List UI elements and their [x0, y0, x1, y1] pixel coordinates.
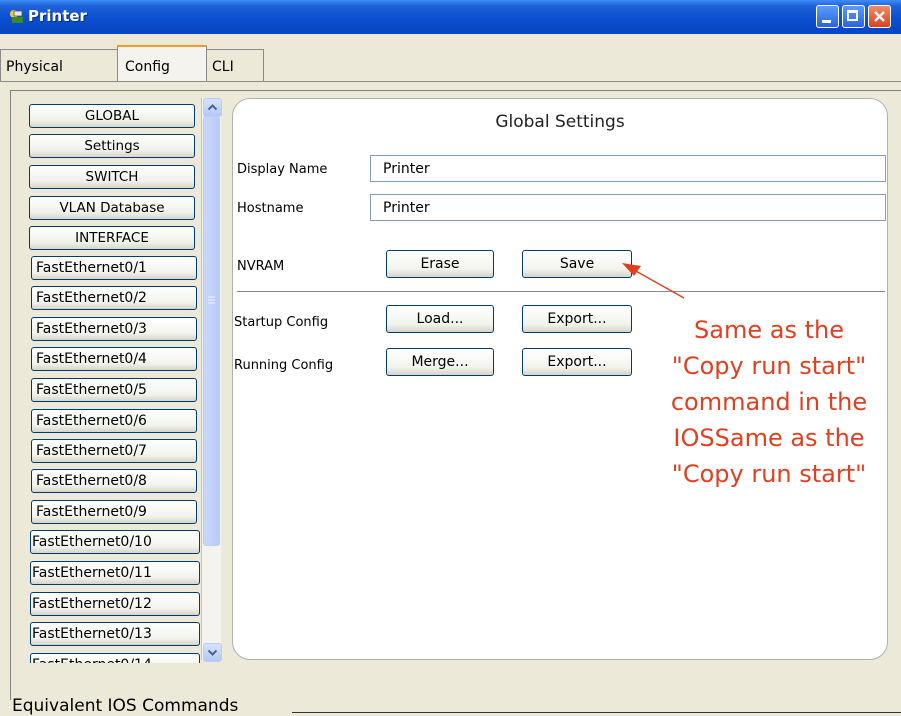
printer-icon: [10, 10, 23, 23]
sidebar-item-fastethernet0-13[interactable]: FastEthernet0/13: [30, 622, 200, 646]
scroll-thumb[interactable]: [203, 116, 220, 546]
sidebar-item-fastethernet0-11[interactable]: FastEthernet0/11: [30, 561, 200, 585]
startup-config-label: Startup Config: [234, 315, 329, 330]
sidebar-item-fastethernet0-9[interactable]: FastEthernet0/9: [31, 500, 197, 524]
sidebar-item-fastethernet0-4[interactable]: FastEthernet0/4: [31, 347, 197, 371]
sidebar-item-vlan-database[interactable]: VLAN Database: [29, 196, 195, 220]
sidebar-item-fastethernet0-12[interactable]: FastEthernet0/12: [30, 592, 200, 616]
sidebar-item-fastethernet0-2[interactable]: FastEthernet0/2: [31, 286, 197, 310]
annotation-line-5: "Copy run start": [671, 460, 867, 488]
tab-divider: [0, 81, 901, 82]
sidebar-item-fastethernet0-14[interactable]: FastEthernet0/14: [30, 653, 200, 663]
save-button[interactable]: Save: [522, 250, 632, 278]
tab-config[interactable]: Config: [117, 45, 207, 82]
chevron-down-icon: [207, 649, 218, 656]
settings-divider: [237, 291, 885, 292]
sidebar-item-fastethernet0-5[interactable]: FastEthernet0/5: [31, 378, 197, 402]
grip-icon: [208, 296, 215, 304]
sidebar-item-fastethernet0-6[interactable]: FastEthernet0/6: [31, 409, 197, 433]
hostname-label: Hostname: [237, 201, 304, 216]
config-sidebar: GLOBAL Settings SWITCH VLAN Database INT…: [22, 98, 224, 663]
maximize-icon: [847, 10, 858, 21]
nvram-label: NVRAM: [237, 259, 285, 274]
sidebar-item-fastethernet0-1[interactable]: FastEthernet0/1: [31, 256, 197, 280]
merge-button[interactable]: Merge...: [386, 348, 494, 376]
sidebar-scrollbar[interactable]: [201, 98, 222, 662]
export-running-button[interactable]: Export...: [522, 348, 632, 376]
tab-bar: Physical Config CLI: [0, 45, 901, 82]
minimize-button[interactable]: [816, 5, 839, 28]
sidebar-item-switch[interactable]: SWITCH: [29, 165, 195, 189]
sidebar-item-fastethernet0-7[interactable]: FastEthernet0/7: [31, 439, 197, 463]
maximize-button[interactable]: [842, 5, 865, 28]
window-titlebar[interactable]: Printer: [0, 0, 901, 34]
legend-line: [292, 712, 901, 713]
sidebar-item-fastethernet0-8[interactable]: FastEthernet0/8: [31, 469, 197, 493]
running-config-label: Running Config: [234, 358, 334, 373]
display-name-input[interactable]: Printer: [370, 155, 886, 182]
tab-cli[interactable]: CLI: [206, 49, 264, 81]
sidebar-item-interface[interactable]: INTERFACE: [29, 226, 195, 250]
annotation-line-4: IOSSame as the: [673, 424, 865, 452]
scroll-down-button[interactable]: [203, 643, 222, 662]
display-name-label: Display Name: [237, 162, 328, 177]
load-button[interactable]: Load...: [386, 305, 494, 333]
sidebar-item-settings[interactable]: Settings: [29, 134, 195, 158]
close-button[interactable]: [868, 5, 891, 28]
hostname-input[interactable]: Printer: [370, 194, 886, 221]
annotation-line-1: Same as the: [694, 316, 844, 344]
scroll-up-button[interactable]: [203, 98, 222, 117]
export-startup-button[interactable]: Export...: [522, 305, 632, 333]
minimize-icon: [822, 20, 831, 23]
sidebar-item-global[interactable]: GLOBAL: [29, 104, 195, 128]
global-settings-title: Global Settings: [495, 112, 625, 132]
annotation-text: Same as the "Copy run start" command in …: [644, 312, 894, 492]
chevron-up-icon: [207, 104, 218, 111]
sidebar-item-fastethernet0-3[interactable]: FastEthernet0/3: [31, 317, 197, 341]
tab-physical[interactable]: Physical: [0, 49, 118, 81]
equivalent-ios-commands-legend: Equivalent IOS Commands: [12, 696, 239, 716]
annotation-line-2: "Copy run start": [671, 352, 867, 380]
window-title: Printer: [28, 7, 87, 25]
sidebar-item-fastethernet0-10[interactable]: FastEthernet0/10: [30, 530, 200, 554]
close-icon: [874, 11, 885, 22]
annotation-line-3: command in the: [670, 388, 868, 416]
erase-button[interactable]: Erase: [386, 250, 494, 278]
